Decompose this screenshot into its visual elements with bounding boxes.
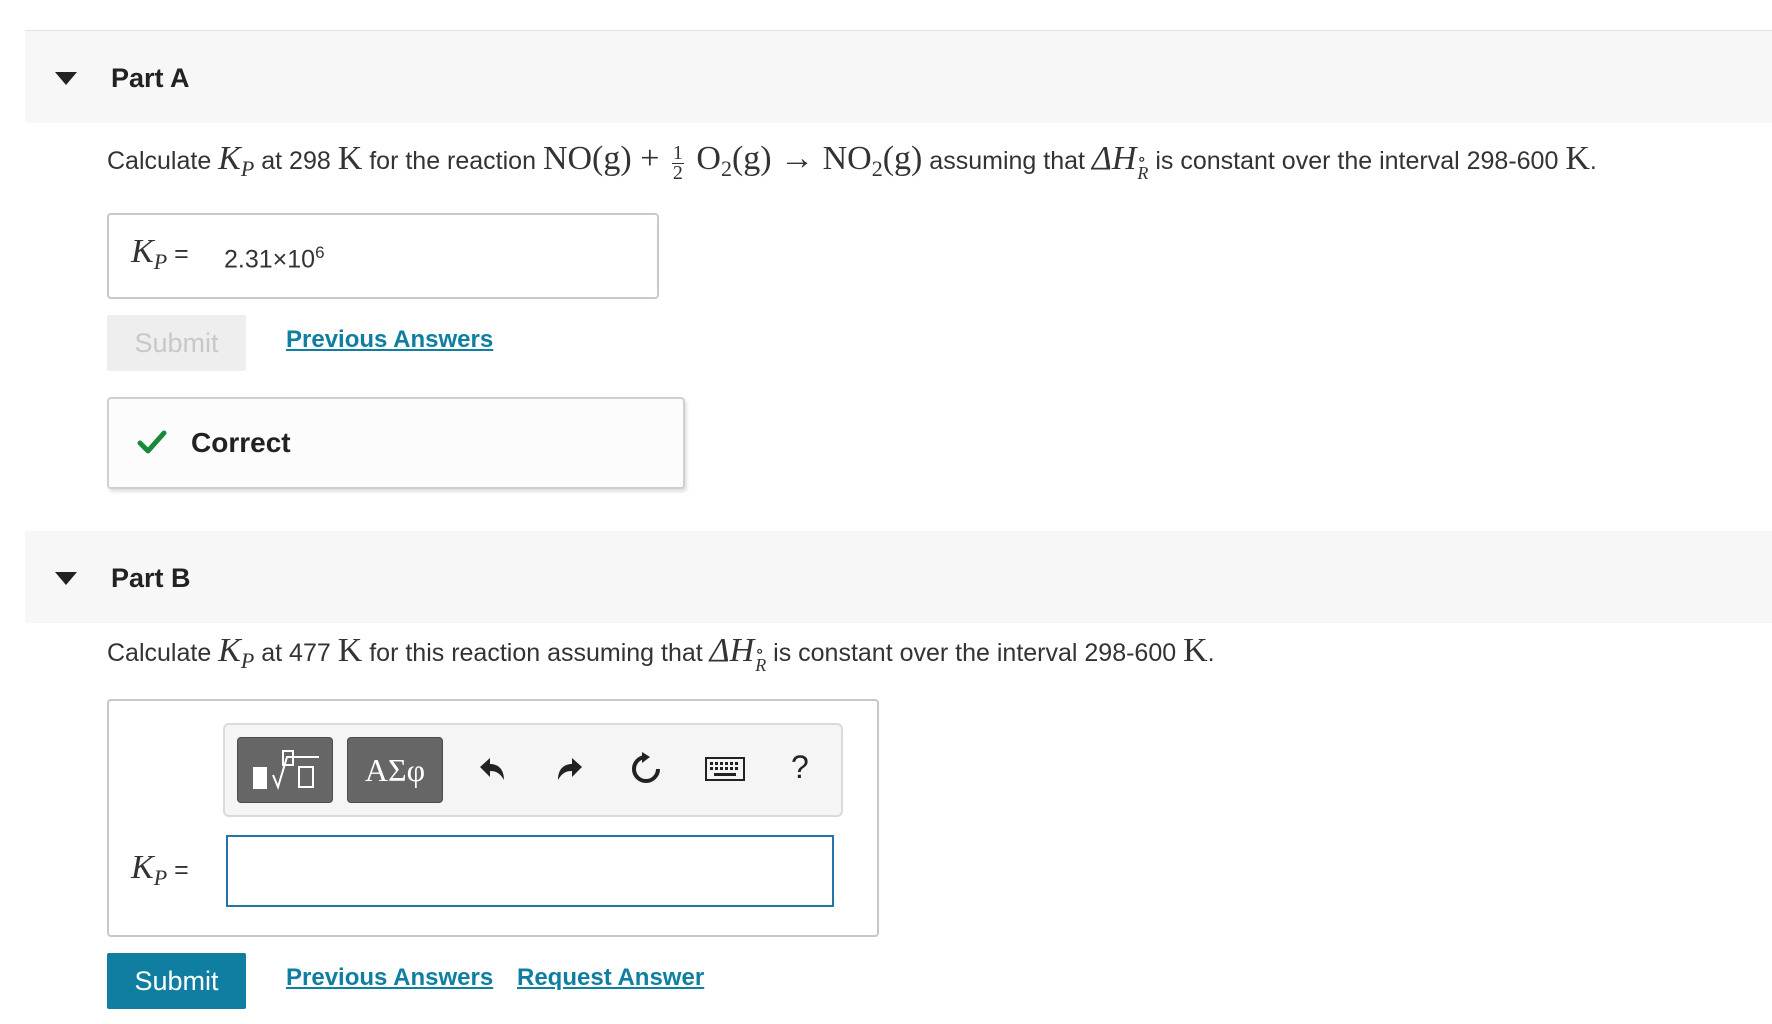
part-b-question: Calculate KP at 477 K for this reaction …: [107, 632, 1215, 675]
kp-answer-input[interactable]: [226, 835, 834, 907]
feedback-text: Correct: [191, 427, 291, 458]
help-button[interactable]: ?: [791, 749, 809, 786]
math-toolbar: ΑΣφ ?: [223, 723, 843, 817]
fraction-one-half: 12: [671, 142, 684, 184]
part-a-header[interactable]: Part A: [25, 31, 1772, 123]
kp-label: KP =: [131, 233, 189, 274]
reset-icon[interactable]: [629, 752, 663, 786]
part-a-submit-button[interactable]: Submit: [107, 315, 246, 371]
part-b-submit-button[interactable]: Submit: [107, 953, 246, 1009]
collapse-caret-icon[interactable]: [55, 72, 77, 85]
request-answer-link[interactable]: Request Answer: [517, 964, 704, 992]
keyboard-icon[interactable]: [705, 752, 745, 786]
collapse-caret-icon[interactable]: [55, 572, 77, 585]
check-icon: [137, 430, 167, 454]
greek-symbols-button[interactable]: ΑΣφ: [347, 737, 443, 803]
part-a-feedback: Correct: [107, 397, 685, 489]
part-a-question: Calculate KP at 298 K for the reaction N…: [107, 140, 1597, 184]
kp-input-label: KP =: [131, 849, 189, 890]
part-b-header[interactable]: Part B: [25, 531, 1772, 623]
part-a-title: Part A: [111, 63, 190, 93]
part-a-answer-box: KP = 2.31×106: [107, 213, 659, 299]
redo-icon[interactable]: [553, 752, 587, 786]
part-b-answer-area: ΑΣφ ? KP =: [107, 699, 879, 937]
templates-button[interactable]: [237, 737, 333, 803]
kp-answer-value: 2.31×106: [224, 243, 325, 274]
undo-icon[interactable]: [475, 752, 509, 786]
part-a-previous-answers-link[interactable]: Previous Answers: [286, 326, 493, 354]
part-b-previous-answers-link[interactable]: Previous Answers: [286, 964, 493, 992]
part-b-title: Part B: [111, 563, 191, 593]
template-icon: [253, 750, 319, 790]
